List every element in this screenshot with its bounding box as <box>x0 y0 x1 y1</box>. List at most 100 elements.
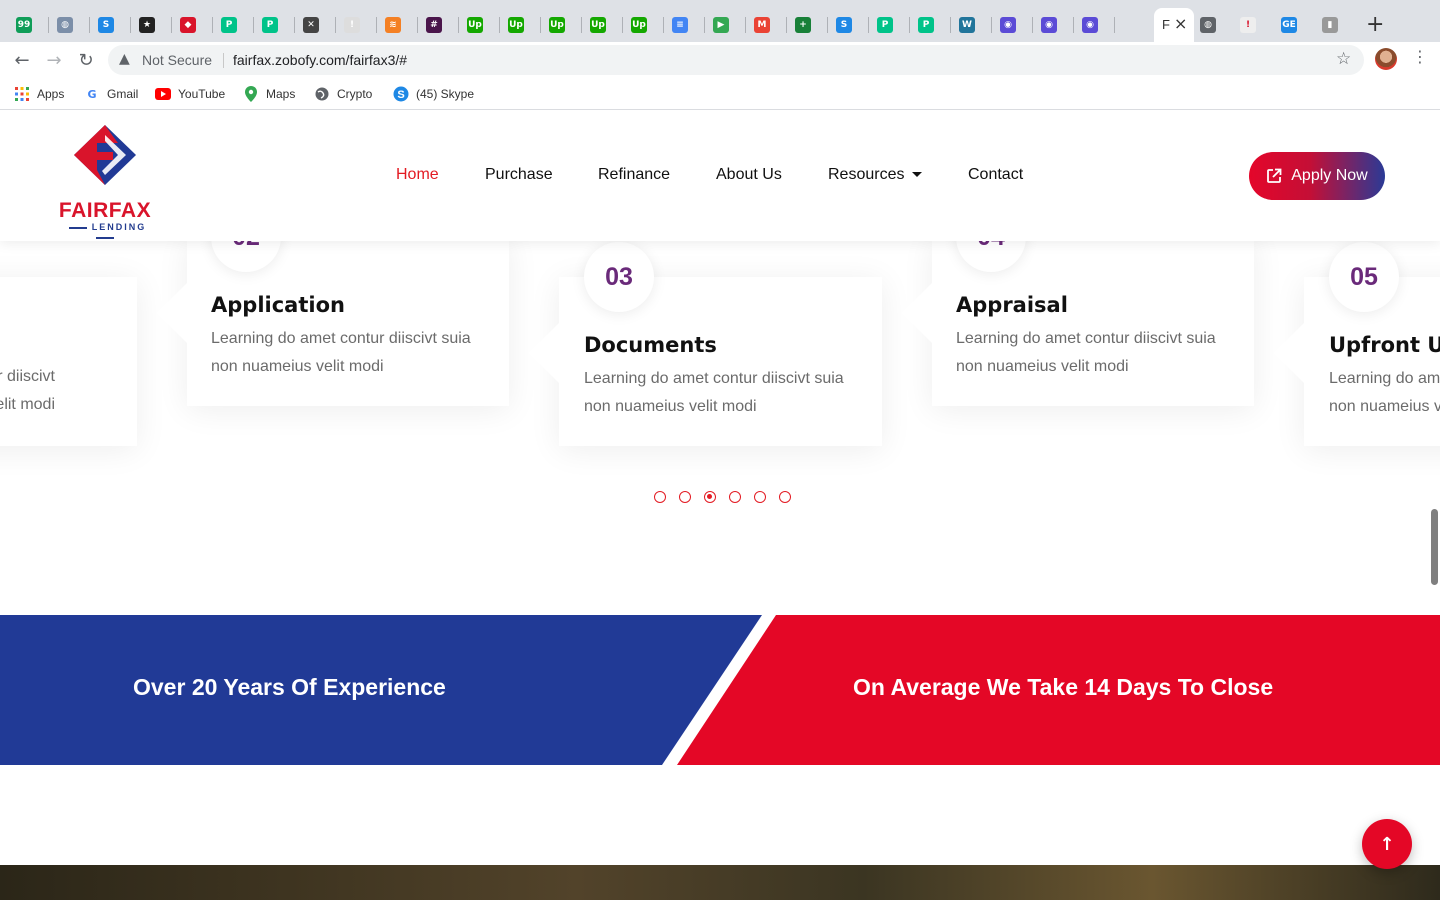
browser-tab[interactable]: + <box>795 8 811 42</box>
back-to-top-button[interactable]: ↑ <box>1362 819 1412 869</box>
browser-tab[interactable]: W <box>959 8 975 42</box>
browser-tab[interactable]: Up <box>590 8 606 42</box>
bookmark-crypto[interactable]: Crypto <box>314 86 372 102</box>
tab-separator <box>171 17 172 33</box>
browser-tab[interactable]: ◍ <box>1200 8 1216 42</box>
browser-tab[interactable]: Up <box>631 8 647 42</box>
browser-tab[interactable]: # <box>426 8 442 42</box>
tab-icon-shield-icon: ◉ <box>1041 17 1057 33</box>
tab-separator <box>581 17 582 33</box>
tab-separator <box>909 17 910 33</box>
address-bar[interactable]: ▲ Not Secure fairfax.zobofy.com/fairfax3… <box>108 45 1364 75</box>
tab-separator <box>950 17 951 33</box>
reload-button[interactable]: ↻ <box>74 48 98 72</box>
active-tab-title: F <box>1162 17 1170 32</box>
browser-tab[interactable]: 99 <box>16 8 32 42</box>
browser-tab[interactable]: S <box>836 8 852 42</box>
browser-tab[interactable]: ▮ <box>1322 8 1338 42</box>
bookmark-skype[interactable]: S (45) Skype <box>393 86 474 102</box>
browser-tab[interactable]: ◍ <box>57 8 73 42</box>
tab-icon-slack-icon: # <box>426 17 442 33</box>
browser-tab[interactable]: ★ <box>139 8 155 42</box>
browser-tab[interactable]: ! <box>1240 8 1256 42</box>
tab-icon-diamond-icon: ◆ <box>180 17 196 33</box>
carousel-dot[interactable] <box>754 491 766 503</box>
tab-separator <box>130 17 131 33</box>
close-tab-icon[interactable]: × <box>1174 14 1187 33</box>
carousel-dot[interactable] <box>654 491 666 503</box>
tab-separator <box>991 17 992 33</box>
nav-about-us[interactable]: About Us <box>716 166 782 184</box>
new-tab-button[interactable]: + <box>1366 12 1384 37</box>
browser-tab[interactable]: M <box>754 8 770 42</box>
logo-mark-icon <box>74 125 136 185</box>
card-arrow <box>902 283 932 343</box>
logo-text: FAIRFAX <box>58 199 152 222</box>
browser-tab[interactable]: ≋ <box>385 8 401 42</box>
carousel-dot[interactable] <box>729 491 741 503</box>
nav-purchase[interactable]: Purchase <box>485 166 553 184</box>
nav-resources[interactable]: Resources <box>828 166 923 184</box>
tab-icon-dot-icon: ! <box>1240 17 1256 33</box>
bookmark-label: YouTube <box>178 87 226 101</box>
browser-tab[interactable]: ≡ <box>672 8 688 42</box>
apply-now-label: Apply Now <box>1291 167 1368 184</box>
browser-tab[interactable]: Up <box>549 8 565 42</box>
tab-separator <box>376 17 377 33</box>
tab-icon-upwork-icon: Up <box>549 17 565 33</box>
security-label[interactable]: Not Secure <box>142 52 212 68</box>
tab-separator <box>253 17 254 33</box>
nav-resources-label: Resources <box>828 166 905 183</box>
browser-tab[interactable]: P <box>221 8 237 42</box>
browser-tab[interactable]: ◆ <box>180 8 196 42</box>
google-icon: G <box>87 87 97 101</box>
tab-icon-globe-icon: ◍ <box>57 17 73 33</box>
nav-home[interactable]: Home <box>396 166 439 184</box>
nav-contact[interactable]: Contact <box>968 166 1023 184</box>
browser-tab[interactable]: P <box>877 8 893 42</box>
step-desc: Learning do amet contur diiscivt suia no… <box>0 368 55 413</box>
url-text[interactable]: fairfax.zobofy.com/fairfax3/# <box>233 52 407 68</box>
step-title: Documents <box>584 333 717 357</box>
profile-avatar[interactable] <box>1375 48 1397 70</box>
youtube-icon <box>155 86 171 102</box>
browser-tab[interactable]: ! <box>344 8 360 42</box>
bookmark-gmail[interactable]: G Gmail <box>84 86 138 102</box>
browser-menu-icon[interactable]: ⋮ <box>1412 47 1428 66</box>
browser-tab[interactable]: ◉ <box>1082 8 1098 42</box>
browser-tab[interactable]: P <box>262 8 278 42</box>
tab-separator <box>499 17 500 33</box>
carousel-dot[interactable] <box>779 491 791 503</box>
browser-tab[interactable]: S <box>98 8 114 42</box>
tab-icon-p-icon: P <box>918 17 934 33</box>
banner-close-time-text: On Average We Take 14 Days To Close <box>853 674 1274 700</box>
browser-tab[interactable]: Up <box>508 8 524 42</box>
apply-now-button[interactable]: Apply Now <box>1249 152 1385 200</box>
carousel-dot-active[interactable] <box>704 491 716 503</box>
page-scrollbar-thumb[interactable] <box>1431 509 1438 585</box>
forward-button[interactable]: → <box>42 48 66 72</box>
carousel-dot[interactable] <box>679 491 691 503</box>
bookmark-star-icon[interactable]: ☆ <box>1336 49 1351 69</box>
back-button[interactable]: ← <box>10 48 34 72</box>
bookmark-label: Gmail <box>107 87 139 101</box>
browser-tab[interactable]: ▶ <box>713 8 729 42</box>
bookmark-youtube[interactable]: YouTube <box>155 86 225 102</box>
browser-tab[interactable]: ◉ <box>1000 8 1016 42</box>
nav-refinance[interactable]: Refinance <box>598 166 670 184</box>
skype-icon: S <box>393 86 409 102</box>
bookmark-maps[interactable]: Maps <box>243 86 295 102</box>
fairfax-logo[interactable]: FAIRFAX LENDING <box>50 123 160 232</box>
tab-separator <box>786 17 787 33</box>
browser-tab[interactable]: Up <box>467 8 483 42</box>
bookmark-label: Crypto <box>337 87 373 101</box>
bookmark-apps[interactable]: Apps <box>14 86 64 102</box>
svg-text:S: S <box>397 89 404 101</box>
banner-experience-text: Over 20 Years Of Experience <box>133 674 446 700</box>
browser-tab[interactable]: P <box>918 8 934 42</box>
tab-icon-bars-icon: ▮ <box>1322 17 1338 33</box>
browser-tab[interactable]: ✕ <box>303 8 319 42</box>
browser-tab[interactable]: GE <box>1281 8 1297 42</box>
step-card: Learning do amet contur diiscivt suia no… <box>0 277 137 446</box>
browser-tab[interactable]: ◉ <box>1041 8 1057 42</box>
